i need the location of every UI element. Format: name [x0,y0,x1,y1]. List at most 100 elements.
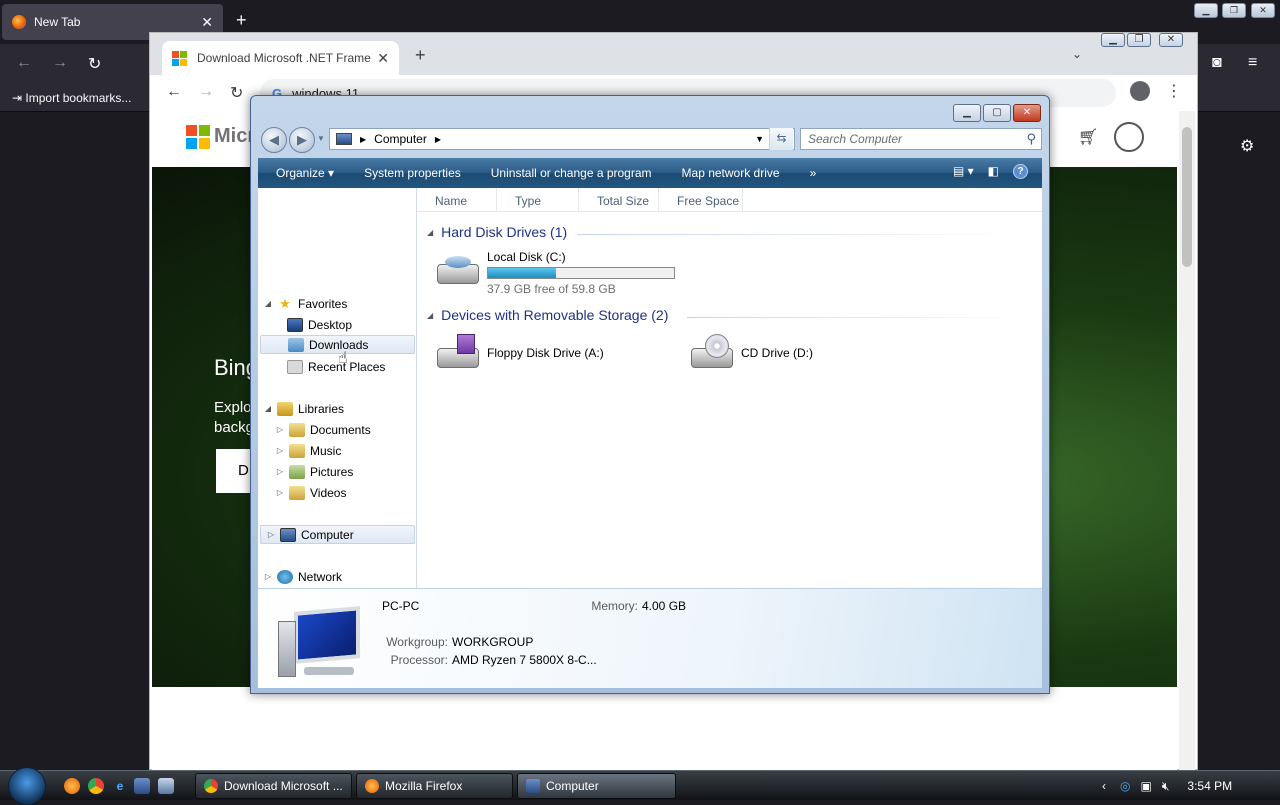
nav-computer[interactable]: ▷ Computer [260,525,415,544]
nav-documents[interactable]: ▷ Documents [274,420,371,439]
group-collapse-icon[interactable]: ◢ [427,311,433,320]
collapse-arrow-icon[interactable]: ▷ [262,572,274,581]
nav-pictures[interactable]: ▷ Pictures [274,462,353,481]
address-dropdown-icon[interactable]: ▼ [755,134,764,144]
reload-icon[interactable]: ↻ [88,54,101,74]
pocket-icon[interactable]: ◙ [1212,54,1222,72]
close-tab-icon[interactable]: ✕ [201,14,213,31]
map-network-drive-button[interactable]: Map network drive [682,166,780,180]
recent-pages-chevron-icon[interactable]: ▼ [317,134,325,143]
nav-libraries[interactable]: ◢ Libraries [262,399,344,418]
uninstall-program-button[interactable]: Uninstall or change a program [491,166,652,180]
minimize-icon[interactable]: ▁ [1101,33,1125,47]
new-tab-icon[interactable]: + [236,10,247,31]
memory-value: 4.00 GB [642,599,687,613]
forward-icon[interactable]: → [198,83,214,101]
new-tab-icon[interactable]: + [415,45,426,66]
restore-icon[interactable]: ❐ [1127,33,1151,47]
refresh-icon[interactable]: ⇆ [769,128,793,150]
group-removable-storage[interactable]: ◢ Devices with Removable Storage (2) [427,307,668,323]
organize-button[interactable]: Organize ▾ [276,166,334,180]
collapse-arrow-icon[interactable]: ▷ [265,530,277,539]
forward-icon[interactable]: ▶ [289,127,315,153]
tab-search-icon[interactable]: ⌄ [1072,47,1082,61]
close-icon[interactable]: ✕ [1159,33,1183,47]
network-tray-icon[interactable]: ▣ [1140,779,1151,793]
maximize-icon[interactable]: ▢ [983,104,1011,122]
drive-floppy-a[interactable]: Floppy Disk Drive (A:) [435,334,604,372]
collapse-arrow-icon[interactable]: ▷ [274,488,286,497]
volume-muted-icon[interactable]: 🔇︎ [1162,779,1170,794]
cart-icon[interactable]: 🛒︎ [1078,127,1098,147]
close-tab-icon[interactable]: ✕ [377,50,389,67]
show-desktop-icon[interactable] [134,778,150,794]
firefox-quicklaunch-icon[interactable] [64,778,80,794]
taskbar-button-chrome[interactable]: Download Microsoft ... [195,773,352,799]
nav-desktop[interactable]: Desktop [284,315,352,334]
workgroup-value: WORKGROUP [452,635,534,649]
minimize-icon[interactable]: ▁ [1194,3,1218,18]
taskbar-button-explorer[interactable]: Computer [517,773,676,799]
hard-drive-icon [435,250,481,288]
scrollbar-thumb[interactable] [1182,127,1192,267]
switch-windows-icon[interactable] [158,778,174,794]
column-free-space[interactable]: Free Space [659,188,743,212]
collapse-arrow-icon[interactable]: ▷ [274,467,286,476]
breadcrumb-separator-icon[interactable]: ▶ [435,135,441,144]
search-input[interactable]: Search Computer ⚲ [800,128,1042,150]
nav-recent-places[interactable]: Recent Places [284,357,385,376]
restore-icon[interactable]: ❐ [1222,3,1246,18]
expand-arrow-icon[interactable]: ◢ [262,404,274,413]
nav-videos[interactable]: ▷ Videos [274,483,346,502]
minimize-icon[interactable]: ▁ [953,104,981,122]
chrome-tab-dotnet[interactable]: Download Microsoft .NET Frame ✕ [162,41,399,75]
help-icon[interactable]: ? [1013,164,1028,179]
breadcrumb-separator-icon[interactable]: ▶ [360,135,366,144]
breadcrumb-computer[interactable]: Computer [374,132,427,146]
start-orb-icon[interactable] [8,767,46,805]
taskbar-button-label: Computer [546,779,599,793]
nav-label: Computer [301,527,354,542]
address-bar[interactable]: ▶ Computer ▶ ▼ [329,128,795,150]
column-name[interactable]: Name [417,188,497,212]
ie-quicklaunch-icon[interactable]: e [112,778,128,794]
more-menu-icon[interactable]: ⋮ [1166,81,1182,101]
system-properties-button[interactable]: System properties [364,166,461,180]
microsoft-logo-text: Micr [214,125,256,147]
profile-icon[interactable] [1130,81,1150,101]
reload-icon[interactable]: ↻ [230,83,243,103]
close-icon[interactable]: ✕ [1251,3,1275,18]
column-total-size[interactable]: Total Size [579,188,659,212]
clock[interactable]: 3:54 PM [1187,779,1232,793]
tray-expand-icon[interactable]: ‹ [1102,779,1106,793]
group-collapse-icon[interactable]: ◢ [427,228,433,237]
settings-gear-icon[interactable]: ⚙ [1240,136,1254,156]
tray-app-icon[interactable]: ◎ [1120,779,1130,793]
close-icon[interactable]: ✕ [1013,104,1041,122]
nav-favorites[interactable]: ◢ ★ Favorites [262,294,347,313]
views-icon[interactable]: ▤ ▾ [953,164,974,179]
collapse-arrow-icon[interactable]: ▷ [274,425,286,434]
back-icon[interactable]: ◀ [261,127,287,153]
search-icon[interactable]: ⚲ [1026,131,1036,147]
preview-pane-icon[interactable]: ◧ [988,164,999,179]
nav-network[interactable]: ▷ Network [262,567,342,586]
pictures-icon [289,464,305,479]
forward-icon[interactable]: → [52,54,68,72]
drive-cd-d[interactable]: CD Drive (D:) [689,334,813,372]
more-commands-icon[interactable]: » [810,166,817,180]
expand-arrow-icon[interactable]: ◢ [262,299,274,308]
drive-local-disk-c[interactable]: Local Disk (C:) 37.9 GB free of 59.8 GB [435,250,675,296]
nav-music[interactable]: ▷ Music [274,441,341,460]
back-icon[interactable]: ← [166,83,182,101]
import-bookmarks-link[interactable]: ⇥ Import bookmarks... [12,91,131,105]
chrome-quicklaunch-icon[interactable] [88,778,104,794]
account-icon[interactable] [1114,122,1144,152]
column-type[interactable]: Type [497,188,579,212]
chrome-scrollbar[interactable] [1179,111,1195,771]
taskbar-button-firefox[interactable]: Mozilla Firefox [356,773,513,799]
collapse-arrow-icon[interactable]: ▷ [274,446,286,455]
menu-icon[interactable]: ≡ [1248,54,1257,72]
group-hard-disk-drives[interactable]: ◢ Hard Disk Drives (1) [427,224,567,240]
back-icon[interactable]: ← [16,54,32,72]
